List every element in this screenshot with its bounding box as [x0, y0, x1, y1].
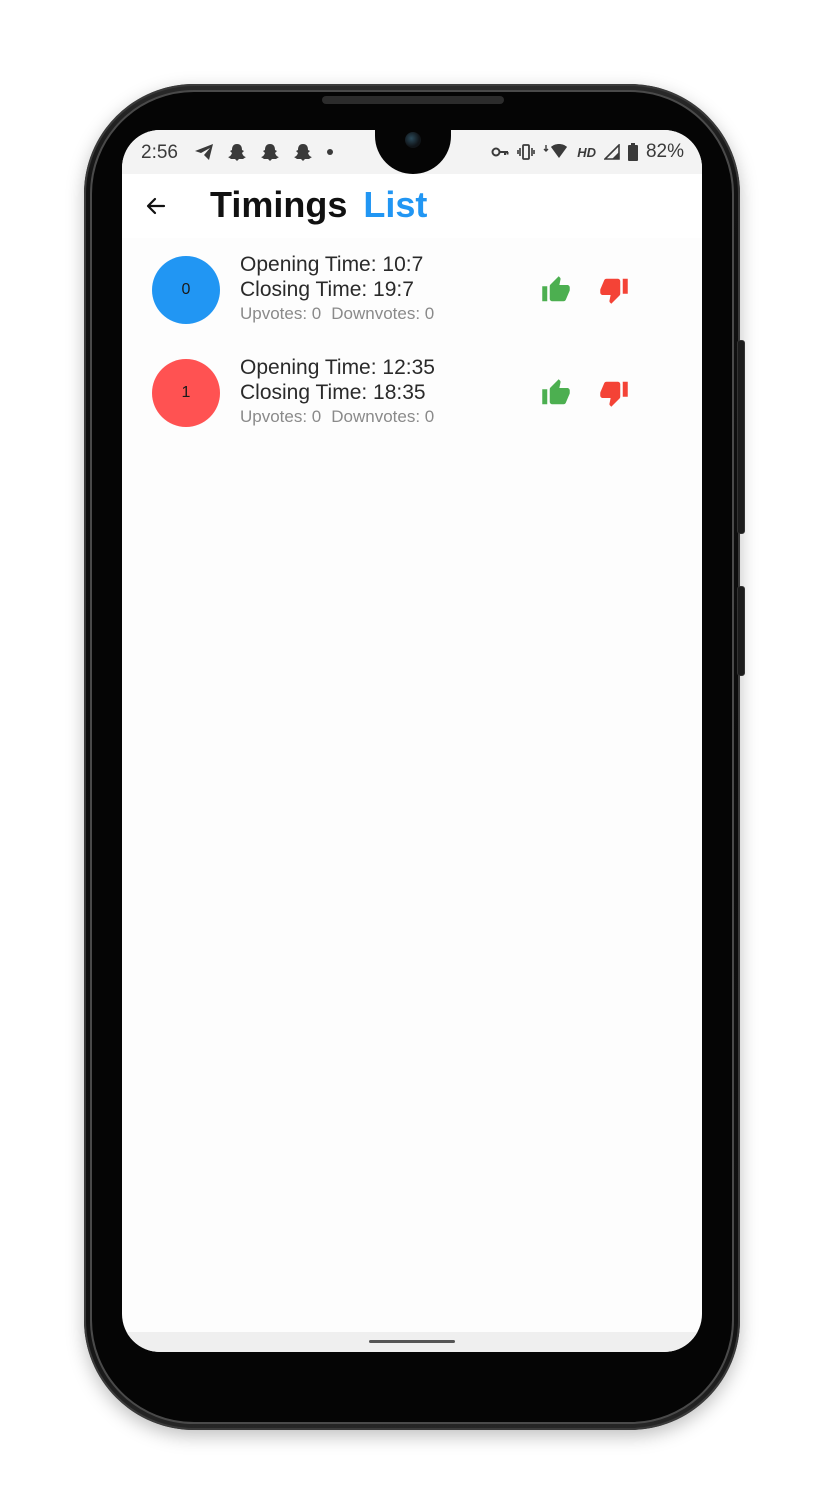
thumb-down-icon — [600, 278, 628, 304]
arrow-back-icon — [146, 197, 166, 215]
downvote-count: Downvotes: 0 — [331, 304, 435, 323]
downvote-button[interactable] — [596, 272, 632, 308]
index-label: 1 — [181, 384, 191, 401]
earpiece-speaker — [322, 96, 504, 104]
snapchat-icon — [228, 144, 246, 161]
battery-icon — [627, 143, 638, 161]
snapchat-icon — [261, 144, 279, 161]
snapchat-icon — [294, 144, 312, 161]
timing-list-item[interactable]: 1 Opening Time: 12:35 Closing Time: 18:3… — [122, 351, 702, 454]
app-bar: Timings List — [122, 174, 702, 238]
battery-percent: 82% — [645, 141, 684, 162]
gesture-nav-bar — [122, 1332, 702, 1352]
title-accent-text: List — [363, 184, 428, 225]
front-camera — [405, 132, 421, 148]
vote-counts: Upvotes: 0 Downvotes: 0 — [240, 405, 520, 429]
downvote-button[interactable] — [596, 375, 632, 411]
system-status-icons: HD 82% — [491, 140, 684, 164]
upvote-count: Upvotes: 0 — [240, 304, 322, 323]
telegram-icon — [195, 144, 213, 160]
opening-time: Opening Time: 12:35 — [240, 356, 435, 379]
upvote-button[interactable] — [538, 272, 574, 308]
timing-details: Opening Time: 10:7 Closing Time: 19:7 Up… — [240, 252, 520, 326]
phone-screen: 2:56 HD 82% Timings List 0 Opening Time:… — [122, 130, 702, 1352]
timing-list-item[interactable]: 0 Opening Time: 10:7 Closing Time: 19:7 … — [122, 248, 702, 351]
timing-details: Opening Time: 12:35 Closing Time: 18:35 … — [240, 355, 520, 429]
home-indicator[interactable] — [369, 1340, 455, 1343]
closing-time: Closing Time: 18:35 — [240, 381, 426, 404]
closing-time: Closing Time: 19:7 — [240, 278, 414, 301]
title-text: Timings — [210, 184, 348, 225]
vibrate-icon — [517, 144, 535, 160]
status-time: 2:56 — [141, 142, 178, 163]
timings-list: 0 Opening Time: 10:7 Closing Time: 19:7 … — [122, 248, 702, 454]
camera-notch — [375, 130, 451, 174]
back-button[interactable] — [140, 190, 172, 222]
thumb-up-icon — [542, 379, 570, 405]
wifi-icon — [543, 144, 568, 158]
status-bar: 2:56 HD 82% — [122, 130, 702, 174]
power-button — [737, 340, 745, 534]
opening-time: Opening Time: 10:7 — [240, 253, 424, 276]
cell-signal-icon — [603, 144, 620, 160]
volume-button — [737, 586, 745, 676]
dot-icon — [327, 149, 333, 155]
notification-icons — [194, 140, 334, 164]
thumb-down-icon — [600, 381, 628, 407]
upvote-count: Upvotes: 0 — [240, 407, 322, 426]
index-avatar: 0 — [152, 256, 220, 324]
thumb-up-icon — [542, 276, 570, 302]
upvote-button[interactable] — [538, 375, 574, 411]
index-label: 0 — [181, 281, 191, 298]
downvote-count: Downvotes: 0 — [331, 407, 435, 426]
device-mockup: 2:56 HD 82% Timings List 0 Opening Time:… — [0, 0, 828, 1512]
network-type-label: HD — [577, 144, 596, 160]
vote-counts: Upvotes: 0 Downvotes: 0 — [240, 302, 520, 326]
page-title: Timings List — [210, 184, 427, 226]
vpn-key-icon — [491, 147, 509, 157]
index-avatar: 1 — [152, 359, 220, 427]
